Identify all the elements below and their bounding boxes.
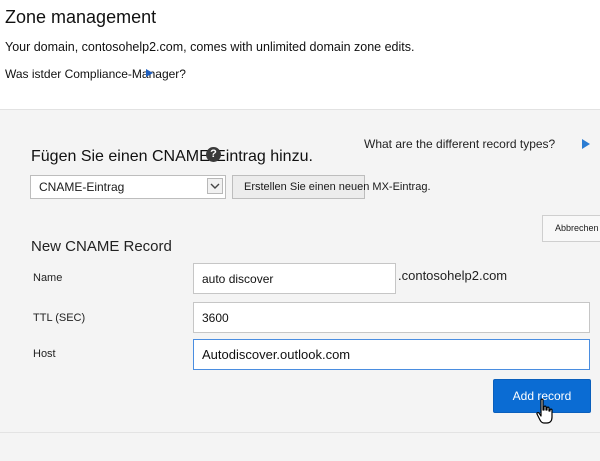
add-record-heading: Fügen Sie einen CNAME-Eintrag hinzu. (31, 148, 313, 165)
compliance-link[interactable]: Was istder Compliance-Manager? (5, 67, 186, 81)
host-label: Host (33, 348, 56, 360)
page-title: Zone management (5, 7, 157, 27)
divider (0, 432, 600, 433)
name-label: Name (33, 272, 63, 284)
form-title: New CNAME Record (31, 238, 172, 255)
pointer-arrow-icon (146, 69, 153, 77)
domain-suffix: .contosohelp2.com (398, 268, 508, 283)
record-types-link[interactable]: What are the different record types? (364, 137, 555, 151)
ttl-label: TTL (SEC) (33, 312, 86, 324)
play-arrow-icon[interactable] (582, 139, 590, 149)
chevron-down-icon[interactable] (207, 178, 223, 194)
record-type-select[interactable]: CNAME-Eintrag (30, 175, 226, 199)
hand-cursor-icon (535, 398, 557, 431)
ttl-input[interactable]: 3600 (193, 302, 590, 333)
name-input[interactable]: auto discover (193, 263, 396, 294)
create-mx-record-button[interactable]: Erstellen Sie einen neuen MX-Eintrag. (232, 175, 431, 199)
domain-info-text: Your domain, contosohelp2.com, comes wit… (5, 40, 415, 54)
host-input[interactable]: Autodiscover.outlook.com (193, 339, 590, 370)
record-type-select-value: CNAME-Eintrag (39, 180, 125, 194)
help-icon[interactable]: ? (206, 147, 221, 162)
cancel-button[interactable]: Abbrechen (542, 215, 600, 242)
